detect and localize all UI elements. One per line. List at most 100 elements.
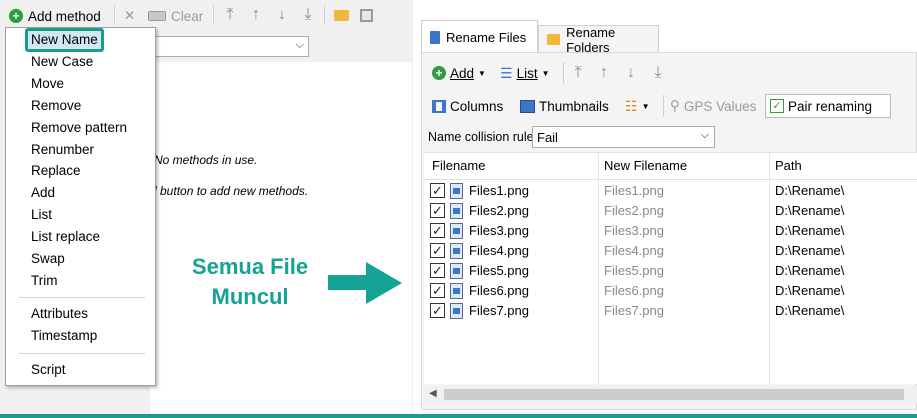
- menu-item-new-case[interactable]: New Case: [31, 53, 93, 71]
- left-toolbar: + Add method ✕ Clear ⤒ ↑ ↓ ⤓: [0, 0, 412, 30]
- add-icon: +: [432, 66, 446, 80]
- thumbnails-button[interactable]: Thumbnails: [520, 95, 609, 117]
- add-files-button[interactable]: + Add ▼: [432, 62, 486, 84]
- check-icon: ✓: [770, 99, 784, 113]
- new-filename-cell: Files1.png: [604, 183, 664, 198]
- image-file-icon: [450, 303, 463, 319]
- row-checkbox[interactable]: ✓: [430, 183, 445, 198]
- view-options-button[interactable]: ☷ ▼: [625, 95, 649, 117]
- scroll-left-icon[interactable]: ◀: [429, 388, 437, 399]
- move-bottom-icon[interactable]: ⤓: [650, 64, 666, 82]
- move-down-icon[interactable]: ↓: [623, 64, 639, 82]
- add-label: Add: [450, 65, 475, 81]
- menu-item-list-replace[interactable]: List replace: [31, 228, 100, 246]
- menu-item-new-name[interactable]: New Name: [31, 31, 98, 49]
- column-header-new-filename[interactable]: New Filename: [604, 153, 687, 179]
- menu-item-script[interactable]: Script: [31, 361, 66, 379]
- move-top-icon[interactable]: ⤒: [222, 6, 238, 24]
- menu-item-remove-pattern[interactable]: Remove pattern: [31, 119, 127, 137]
- row-checkbox[interactable]: ✓: [430, 203, 445, 218]
- table-row[interactable]: ✓ Files5.png Files5.png D:\Rename\: [424, 261, 917, 281]
- clear-button[interactable]: Clear: [148, 5, 203, 27]
- eraser-icon: [148, 11, 166, 21]
- menu-item-attributes[interactable]: Attributes: [31, 305, 88, 323]
- gps-label: GPS Values: [683, 98, 757, 114]
- move-top-icon[interactable]: ⤒: [570, 64, 586, 82]
- columns-icon: [432, 99, 446, 113]
- row-checkbox[interactable]: ✓: [430, 223, 445, 238]
- path-cell: D:\Rename\: [775, 303, 845, 318]
- list-button[interactable]: ☰ List ▼: [500, 62, 550, 84]
- table-row[interactable]: ✓ Files1.png Files1.png D:\Rename\: [424, 181, 917, 201]
- menu-item-move[interactable]: Move: [31, 75, 64, 93]
- move-bottom-icon[interactable]: ⤓: [300, 6, 316, 24]
- new-filename-cell: Files7.png: [604, 303, 664, 318]
- image-file-icon: [450, 203, 463, 219]
- pair-label: Pair renaming: [788, 98, 873, 114]
- clear-label: Clear: [171, 8, 204, 24]
- path-cell: D:\Rename\: [775, 263, 845, 278]
- list-icon: ☰: [500, 64, 513, 81]
- image-icon: [520, 99, 535, 113]
- columns-button[interactable]: Columns: [432, 95, 503, 117]
- new-filename-cell: Files2.png: [604, 203, 664, 218]
- open-folder-icon[interactable]: [333, 6, 349, 24]
- menu-item-renumber[interactable]: Renumber: [31, 141, 94, 159]
- row-checkbox[interactable]: ✓: [430, 283, 445, 298]
- preset-combo[interactable]: ⌵: [155, 36, 309, 57]
- thumbnails-label: Thumbnails: [539, 98, 609, 114]
- move-up-icon[interactable]: ↑: [596, 64, 612, 82]
- add-methods-hint: d button to add new methods.: [150, 184, 309, 198]
- menu-item-replace[interactable]: Replace: [31, 162, 81, 180]
- menu-item-swap[interactable]: Swap: [31, 250, 65, 268]
- tab-rename-files[interactable]: Rename Files: [421, 20, 538, 53]
- column-header-filename[interactable]: Filename: [432, 153, 485, 179]
- table-row[interactable]: ✓ Files7.png Files7.png D:\Rename\: [424, 301, 917, 321]
- row-checkbox[interactable]: ✓: [430, 243, 445, 258]
- collision-rule-value: Fail: [537, 129, 558, 145]
- columns-label: Columns: [450, 98, 504, 114]
- save-icon[interactable]: [358, 6, 374, 24]
- menu-item-remove[interactable]: Remove: [31, 97, 81, 115]
- menu-item-list[interactable]: List: [31, 206, 52, 224]
- column-header-path[interactable]: Path: [775, 153, 802, 179]
- bottom-accent-bar: [0, 414, 917, 418]
- image-file-icon: [450, 223, 463, 239]
- close-icon: ✕: [124, 8, 136, 23]
- separator: [563, 62, 564, 84]
- move-up-icon[interactable]: ↑: [248, 6, 264, 24]
- path-cell: D:\Rename\: [775, 283, 845, 298]
- path-cell: D:\Rename\: [775, 203, 845, 218]
- table-row[interactable]: ✓ Files2.png Files2.png D:\Rename\: [424, 201, 917, 221]
- collision-rule-select[interactable]: Fail ⌵: [532, 126, 715, 148]
- tab-label: Rename Folders: [566, 24, 616, 55]
- table-row[interactable]: ✓ Files6.png Files6.png D:\Rename\: [424, 281, 917, 301]
- pair-renaming-toggle[interactable]: ✓ Pair renaming: [765, 94, 891, 118]
- menu-item-add[interactable]: Add: [31, 184, 55, 202]
- no-methods-hint: No methods in use.: [154, 153, 258, 167]
- gps-values-button[interactable]: ⚲ GPS Values: [670, 95, 756, 117]
- row-checkbox[interactable]: ✓: [430, 263, 445, 278]
- menu-separator: [19, 297, 145, 298]
- new-filename-cell: Files4.png: [604, 243, 664, 258]
- caret-down-icon: ▼: [641, 101, 650, 111]
- menu-item-trim[interactable]: Trim: [31, 272, 58, 290]
- add-icon: +: [9, 9, 23, 23]
- annotation-line1: Semua File: [191, 254, 309, 279]
- table-row[interactable]: ✓ Files3.png Files3.png D:\Rename\: [424, 221, 917, 241]
- remove-button[interactable]: ✕: [124, 5, 135, 27]
- table-row[interactable]: ✓ Files4.png Files4.png D:\Rename\: [424, 241, 917, 261]
- menu-separator: [19, 353, 145, 354]
- path-cell: D:\Rename\: [775, 243, 845, 258]
- add-method-button[interactable]: + Add method: [9, 5, 101, 27]
- caret-down-icon: ▼: [541, 68, 550, 78]
- row-checkbox[interactable]: ✓: [430, 303, 445, 318]
- tab-rename-folders[interactable]: Rename Folders: [538, 24, 659, 55]
- scroll-thumb[interactable]: [444, 389, 904, 400]
- file-icon: [430, 30, 440, 44]
- methods-panel: No methods in use. d button to add new m…: [150, 62, 412, 418]
- move-down-icon[interactable]: ↓: [274, 6, 290, 24]
- horizontal-scrollbar[interactable]: ◀: [424, 386, 917, 403]
- separator: [213, 5, 214, 25]
- menu-item-timestamp[interactable]: Timestamp: [31, 327, 97, 345]
